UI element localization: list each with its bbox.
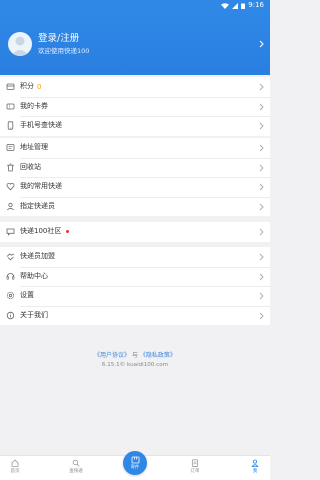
menu-group-service: 快递员加盟 帮助中心 设置 关于我们	[0, 247, 270, 326]
tab-mine[interactable]: 我	[240, 459, 270, 474]
status-bar: 9:16	[0, 0, 270, 11]
menu-item-points[interactable]: 积分 0	[0, 77, 270, 97]
tab-label: 查快递	[69, 469, 83, 474]
menu-item-coupons[interactable]: 我的卡券	[0, 96, 270, 117]
chevron-right-icon	[259, 228, 264, 236]
menu-item-label: 我的卡券	[20, 101, 48, 110]
tab-label: 首页	[10, 469, 20, 474]
menu-item-label: 快递100社区	[20, 227, 62, 236]
chevron-right-icon	[259, 203, 264, 211]
address-icon	[6, 143, 15, 152]
menu-item-help-center[interactable]: 帮助中心	[0, 266, 270, 287]
chevron-right-icon	[259, 273, 264, 280]
login-register-link[interactable]: 登录/注册	[38, 33, 79, 45]
tab-home[interactable]: 首页	[0, 459, 30, 474]
courier-icon	[6, 202, 15, 211]
privacy-policy-link[interactable]: 《隐私政策》	[140, 352, 176, 359]
package-icon	[131, 456, 139, 464]
menu-item-label: 快递员加盟	[20, 252, 55, 261]
join-icon	[6, 252, 15, 261]
chevron-right-icon	[259, 183, 264, 191]
bottom-tab-bar: 首页 查快递 寄件 订单 我	[0, 451, 270, 480]
avatar[interactable]	[8, 32, 32, 56]
tab-orders[interactable]: 订单	[180, 459, 210, 474]
battery-icon	[241, 3, 246, 9]
menu-item-settings[interactable]: 设置	[0, 286, 270, 306]
menu-group-community: 快递100社区	[0, 222, 270, 242]
chevron-right-icon	[259, 122, 264, 130]
chevron-right-icon	[259, 164, 264, 171]
welcome-text: 欢迎使用快递100	[38, 47, 90, 55]
home-icon	[11, 459, 19, 467]
chevron-right-icon	[259, 103, 264, 110]
and-text: 与	[131, 352, 138, 359]
menu-item-label: 地址管理	[20, 143, 48, 152]
tab-label: 订单	[190, 469, 200, 474]
menu-item-favorite-couriers[interactable]: 我的常用快递	[0, 177, 270, 197]
tab-query[interactable]: 查快递	[61, 459, 91, 474]
menu-item-address[interactable]: 地址管理	[0, 138, 270, 158]
menu-group-account: 积分 0 我的卡券 手机号查快递	[0, 77, 270, 136]
status-time: 9:16	[248, 1, 264, 9]
menu-group-address: 地址管理 回收站 我的常用快递 指定快递员	[0, 138, 270, 217]
trash-icon	[6, 163, 15, 172]
menu-item-label: 回收站	[20, 162, 41, 171]
menu-item-courier-join[interactable]: 快递员加盟	[0, 247, 270, 267]
chevron-right-icon	[259, 40, 264, 48]
heart-icon	[6, 182, 15, 191]
community-icon	[6, 227, 15, 237]
menu-item-label: 指定快递员	[20, 202, 55, 211]
menu-item-recycle-bin[interactable]: 回收站	[0, 157, 270, 178]
chevron-right-icon	[259, 144, 264, 152]
menu-item-label: 关于我们	[20, 311, 48, 320]
menu-item-label: 积分	[20, 82, 34, 91]
menu-item-community[interactable]: 快递100社区	[0, 222, 270, 242]
notification-dot	[66, 230, 70, 234]
menu-item-phone-query[interactable]: 手机号查快递	[0, 116, 270, 136]
search-icon	[72, 459, 80, 467]
coupon-icon	[6, 102, 15, 111]
menu-item-label: 设置	[20, 291, 34, 300]
menu-item-about-us[interactable]: 关于我们	[0, 305, 270, 326]
chevron-right-icon	[259, 292, 264, 300]
points-value: 0	[37, 82, 42, 91]
menu-item-label: 手机号查快递	[20, 121, 62, 130]
chevron-right-icon	[259, 83, 264, 91]
chevron-right-icon	[259, 312, 264, 320]
settings-icon	[6, 291, 15, 300]
phone-icon	[6, 121, 15, 131]
points-icon	[6, 82, 15, 91]
order-icon	[191, 459, 199, 467]
avatar-placeholder-icon	[11, 36, 29, 56]
chevron-right-icon	[259, 253, 264, 261]
info-icon	[6, 311, 15, 320]
help-icon	[6, 272, 15, 281]
tab-send[interactable]: 寄件	[123, 451, 147, 475]
tab-label: 寄件	[130, 464, 140, 469]
version-text: 6.15.1© kuaidi100.com	[101, 362, 169, 368]
legal-links: 《用户协议》 与 《隐私政策》	[0, 350, 270, 359]
menu-item-designated-courier[interactable]: 指定快递员	[0, 196, 270, 217]
profile-header[interactable]: 登录/注册 欢迎使用快递100	[0, 11, 270, 75]
wifi-icon	[221, 2, 230, 9]
signal-icon	[232, 2, 239, 9]
user-icon	[251, 459, 259, 467]
user-agreement-link[interactable]: 《用户协议》	[94, 352, 130, 359]
tab-label: 我	[252, 469, 258, 474]
menu-item-label: 我的常用快递	[20, 182, 62, 191]
menu-item-label: 帮助中心	[20, 271, 48, 280]
